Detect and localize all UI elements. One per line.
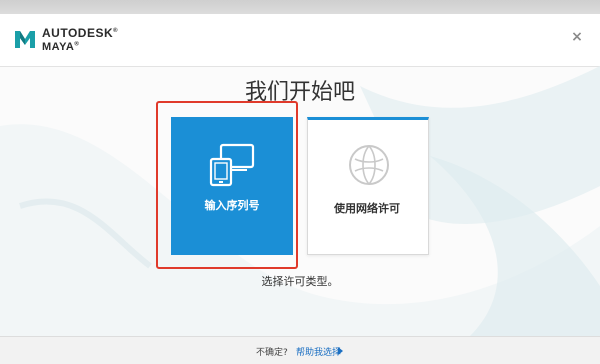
help-me-choose-link[interactable]: 帮助我选择	[296, 345, 341, 358]
dialog-header: AUTODESK® MAYA® ×	[0, 14, 600, 67]
close-icon: ×	[571, 29, 583, 45]
brand-maya: MAYA®	[42, 41, 80, 53]
page-title: 我们开始吧	[244, 80, 355, 105]
window-titlebar	[0, 0, 600, 14]
brand-autodesk: AUTODESK®	[42, 26, 119, 40]
unsure-label: 不确定?	[256, 348, 288, 358]
background-artwork	[0, 66, 600, 336]
license-dialog: AUTODESK® MAYA® × 我们开始吧 输入序列号 使用网络许可 选择许…	[0, 0, 600, 364]
network-license-label: 使用网络许可	[334, 202, 400, 215]
choose-license-prompt: 选择许可类型。	[261, 275, 339, 288]
serial-number-label: 输入序列号	[204, 199, 260, 212]
network-license-option[interactable]: 使用网络许可	[307, 117, 429, 255]
close-button[interactable]: ×	[570, 30, 584, 44]
play-arrow-icon[interactable]	[338, 347, 343, 355]
devices-icon	[209, 143, 255, 187]
serial-number-option[interactable]: 输入序列号	[171, 117, 293, 255]
maya-logo-icon	[15, 31, 35, 48]
globe-icon	[349, 145, 389, 185]
dialog-footer: 不确定? 帮助我选择	[0, 336, 600, 364]
